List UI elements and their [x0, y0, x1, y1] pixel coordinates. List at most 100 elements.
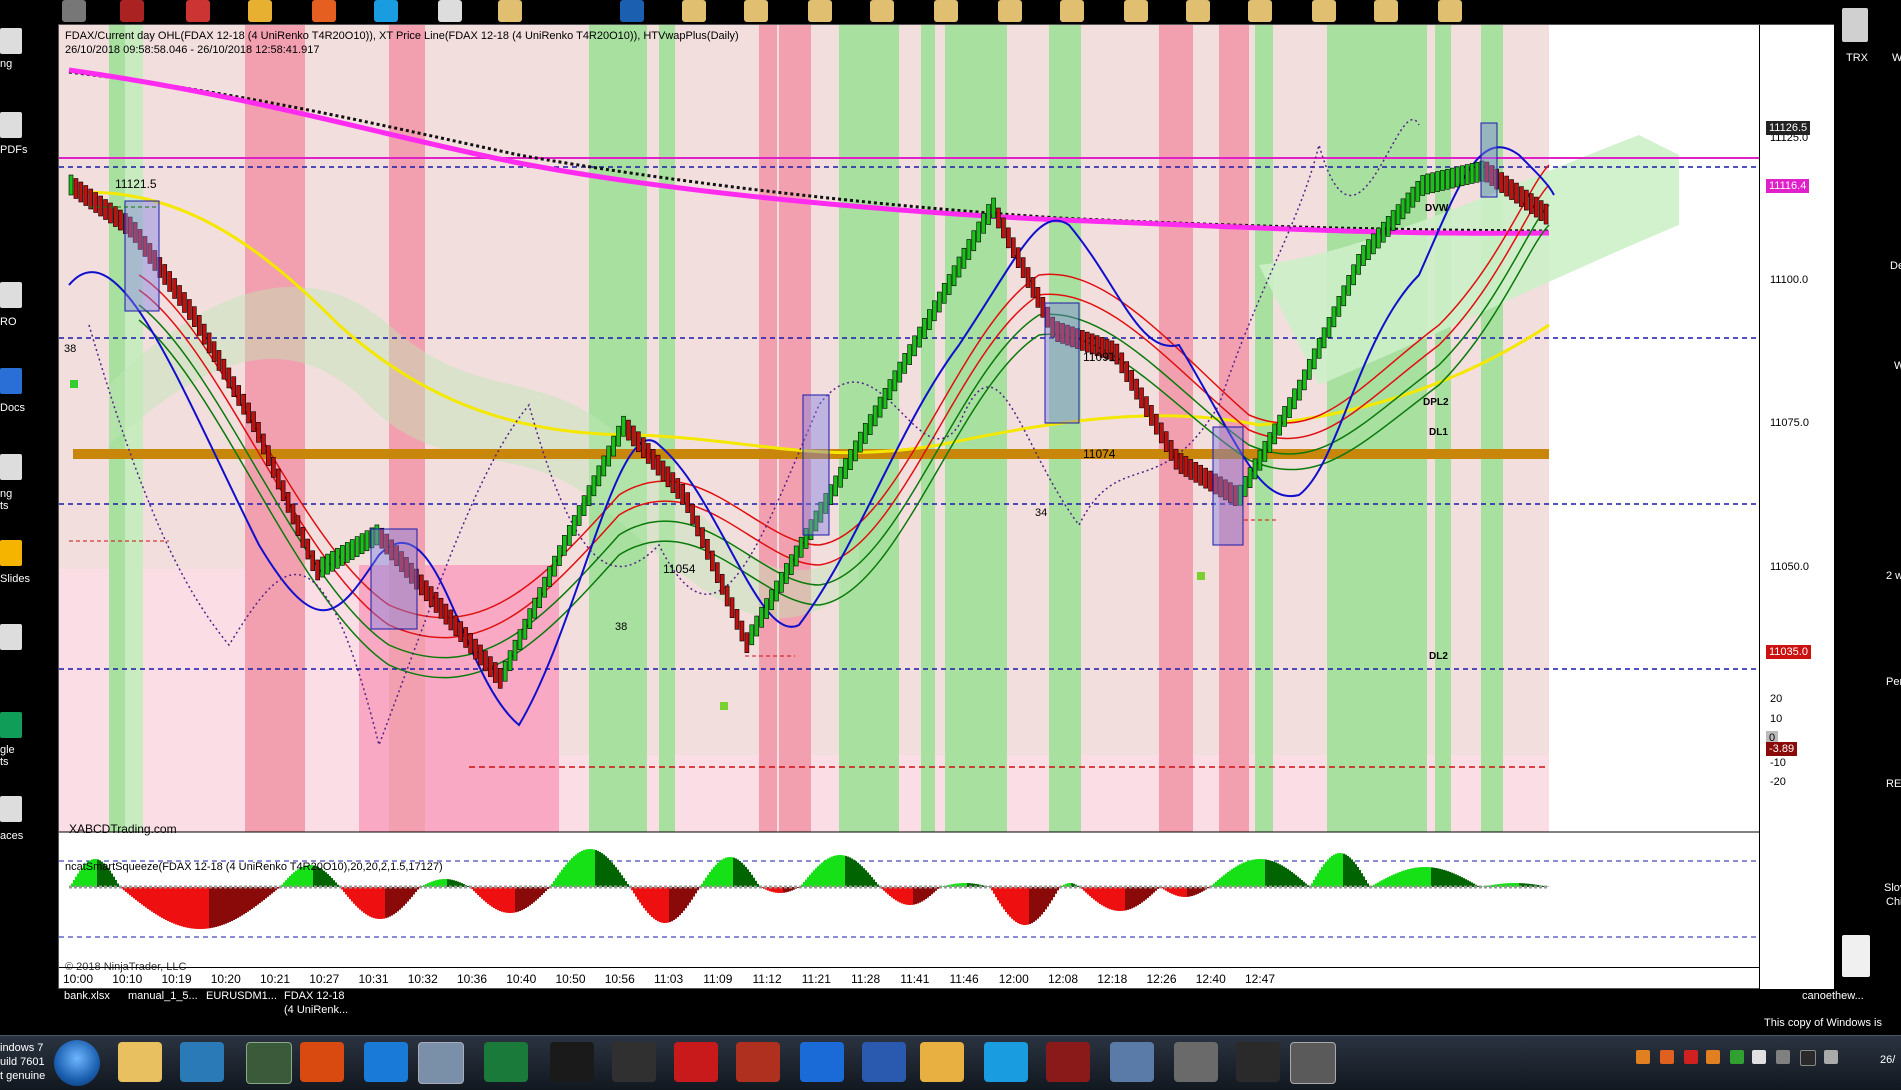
desktop-label[interactable]: ng	[0, 58, 12, 70]
shortcut-bank[interactable]: bank.xlsx	[64, 989, 110, 1003]
desktop-label[interactable]: Chil	[1886, 896, 1901, 908]
folder-icon[interactable]	[998, 0, 1022, 22]
desktop-label[interactable]: gle	[0, 744, 15, 756]
app-icon[interactable]	[248, 0, 272, 22]
tray-icon[interactable]	[1706, 1050, 1720, 1064]
price-axis[interactable]: 11125.0 11100.0 11075.0 11050.0 11126.5 …	[1759, 25, 1835, 990]
network-icon[interactable]	[1110, 1042, 1154, 1082]
excel-icon[interactable]	[484, 1042, 528, 1082]
word-icon[interactable]	[862, 1042, 906, 1082]
desktop-label[interactable]: ts	[0, 756, 9, 768]
histogram-bar	[1129, 887, 1131, 909]
desktop-label[interactable]: Docs	[0, 402, 25, 414]
folder-icon[interactable]	[1438, 0, 1462, 22]
desktop-label[interactable]: RO	[0, 316, 17, 328]
histogram-bar	[593, 849, 595, 887]
trx-icon[interactable]	[1842, 8, 1868, 42]
volume-icon[interactable]	[1824, 1050, 1838, 1064]
grouped-app-icon[interactable]	[1290, 1042, 1336, 1084]
desktop-label[interactable]: ng	[0, 488, 12, 500]
desktop-label[interactable]: Den	[1890, 260, 1901, 272]
histogram-bar	[609, 860, 611, 887]
folder-icon[interactable]	[1124, 0, 1148, 22]
histogram-bar	[1049, 887, 1051, 903]
desktop-label[interactable]: Slides	[0, 573, 30, 585]
desktop-shortcut-icon[interactable]	[0, 28, 22, 54]
folder-icon[interactable]	[498, 0, 522, 22]
recycle-bin-icon[interactable]	[62, 0, 86, 22]
teamviewer-icon[interactable]	[800, 1042, 844, 1082]
tray-icon[interactable]	[1730, 1050, 1744, 1064]
desktop-label[interactable]: 2 w	[1886, 570, 1901, 582]
app-icon[interactable]	[1236, 1042, 1280, 1082]
desktop-label[interactable]: REN	[1886, 778, 1901, 790]
desktop-label[interactable]: PDFs	[0, 144, 28, 156]
price-chart-canvas[interactable]	[59, 25, 1759, 967]
tray-icon[interactable]	[1636, 1050, 1650, 1064]
desktop-label[interactable]: TRX	[1846, 52, 1868, 64]
shortcut-fdax[interactable]: FDAX 12-18 (4 UniRenk...	[284, 989, 348, 1017]
folder-icon[interactable]	[1248, 0, 1272, 22]
folder-icon[interactable]	[1060, 0, 1084, 22]
desktop-label[interactable]: W	[1894, 360, 1901, 372]
desktop-shortcut-icon[interactable]	[0, 796, 22, 822]
firefox-icon[interactable]	[300, 1042, 344, 1082]
desktop-label[interactable]: Slov	[1884, 882, 1901, 894]
app-icon[interactable]	[186, 0, 210, 22]
app-icon[interactable]	[1046, 1042, 1090, 1082]
pdf-icon[interactable]	[0, 112, 22, 138]
histogram-bar	[141, 887, 143, 905]
folder-icon[interactable]	[808, 0, 832, 22]
skype-icon[interactable]	[984, 1042, 1028, 1082]
media-player-icon[interactable]	[180, 1042, 224, 1082]
app-icon[interactable]	[620, 0, 644, 22]
document-icon[interactable]	[1842, 935, 1870, 977]
folder-icon[interactable]	[1312, 0, 1336, 22]
printer-icon[interactable]	[1174, 1042, 1218, 1082]
firefox-icon[interactable]	[312, 0, 336, 22]
desktop-shortcut-icon[interactable]	[0, 624, 22, 650]
histogram-bar	[863, 868, 865, 887]
explorer-icon[interactable]	[118, 1042, 162, 1082]
docs-icon[interactable]	[0, 368, 22, 394]
folder-icon[interactable]	[1186, 0, 1210, 22]
histogram-bar	[257, 887, 259, 905]
tray-icon[interactable]	[1752, 1050, 1766, 1064]
device-icon[interactable]	[612, 1042, 656, 1082]
shortcut-canoe[interactable]: canoethew...	[1802, 989, 1864, 1003]
ccleaner-icon[interactable]	[736, 1042, 780, 1082]
ninjatrader-icon[interactable]	[246, 1042, 292, 1084]
folder-icon[interactable]	[870, 0, 894, 22]
ie-icon[interactable]	[364, 1042, 408, 1082]
desktop-label[interactable]: aces	[0, 830, 23, 842]
folder-icon[interactable]	[682, 0, 706, 22]
desktop-shortcut-icon[interactable]	[0, 282, 22, 308]
tray-icon[interactable]	[1684, 1050, 1698, 1064]
clock[interactable]: 26/	[1880, 1054, 1895, 1066]
sheets-icon[interactable]	[0, 712, 22, 738]
tray-icon[interactable]	[1776, 1050, 1790, 1064]
skype-icon[interactable]	[374, 0, 398, 22]
start-button[interactable]	[54, 1040, 100, 1086]
desktop-shortcut-icon[interactable]	[0, 454, 22, 480]
paint-icon[interactable]	[418, 1042, 464, 1084]
chart-window[interactable]: FDAX/Current day OHL(FDAX 12-18 (4 UniRe…	[58, 24, 1834, 989]
shortcut-manual[interactable]: manual_1_5...	[128, 989, 198, 1003]
document-icon[interactable]	[438, 0, 462, 22]
folder-icon[interactable]	[934, 0, 958, 22]
shortcut-eurusd[interactable]: EURUSDM1...	[206, 989, 277, 1003]
renko-brick	[942, 283, 946, 303]
fxpro-icon[interactable]	[674, 1042, 718, 1082]
tray-icon[interactable]	[1660, 1050, 1674, 1064]
desktop-label[interactable]: Pen	[1886, 676, 1901, 688]
slides-icon[interactable]	[0, 540, 22, 566]
ninja-icon[interactable]	[550, 1042, 594, 1082]
folder-icon[interactable]	[744, 0, 768, 22]
time-axis[interactable]: 10:0010:1010:1910:2010:2110:2710:3110:32…	[59, 967, 1759, 990]
network-tray-icon[interactable]	[1800, 1050, 1816, 1066]
desktop-label[interactable]: ts	[0, 500, 9, 512]
desktop-label[interactable]: W	[1892, 52, 1901, 64]
mail-icon[interactable]	[920, 1042, 964, 1082]
folder-icon[interactable]	[1374, 0, 1398, 22]
app-icon[interactable]	[120, 0, 144, 22]
